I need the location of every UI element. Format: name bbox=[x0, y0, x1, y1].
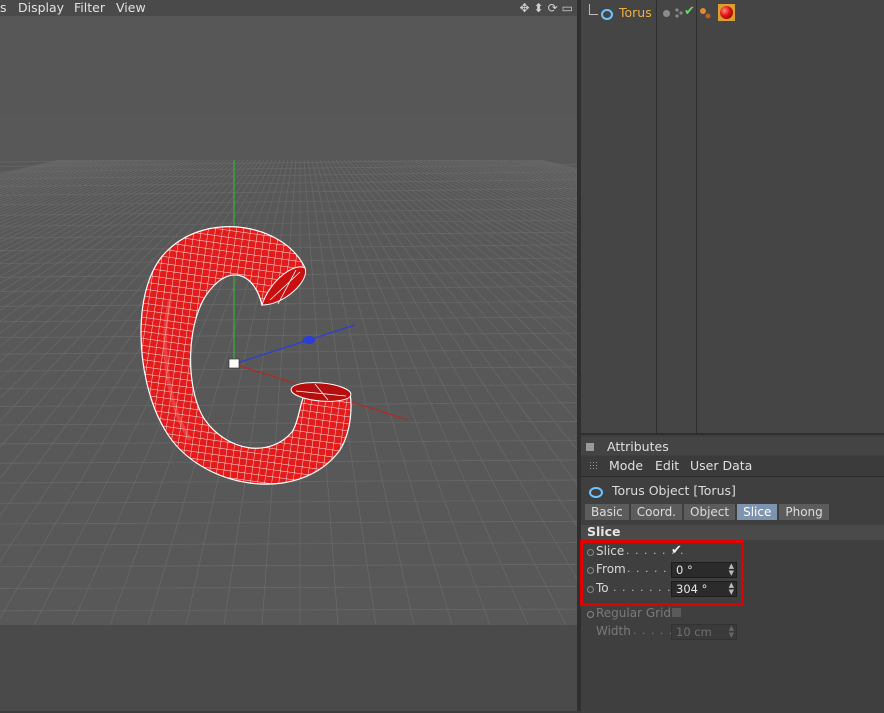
param-label: Regular Grid bbox=[596, 606, 672, 620]
object-manager[interactable]: Torus ✔ bbox=[581, 0, 884, 433]
menu-edit[interactable]: Edit bbox=[655, 458, 679, 473]
highlight-box bbox=[580, 540, 744, 606]
tab-slice[interactable]: Slice bbox=[737, 504, 778, 520]
object-type-label: Torus Object [Torus] bbox=[612, 483, 736, 498]
param-width: Width . . . . . . . 10 cm ▲ ▼ bbox=[581, 623, 884, 641]
panel-menu-icon[interactable] bbox=[586, 443, 594, 451]
width-value: 10 cm bbox=[676, 625, 712, 639]
grip-icon[interactable] bbox=[589, 461, 599, 471]
object-row-torus[interactable]: Torus ✔ bbox=[581, 2, 884, 22]
column-divider bbox=[656, 0, 657, 433]
section-header: Slice bbox=[581, 524, 884, 540]
tag-icon[interactable] bbox=[699, 7, 711, 19]
menu-user-data[interactable]: User Data bbox=[690, 458, 752, 473]
viewport-scene[interactable] bbox=[0, 16, 577, 625]
tree-branch-icon bbox=[589, 4, 598, 15]
viewport-nav-tools: ✥ ⬍ ⟳ ▭ bbox=[519, 0, 573, 16]
maximize-view-icon[interactable]: ▭ bbox=[562, 1, 573, 15]
attribute-tabs: Basic Coord. Object Slice Phong bbox=[585, 504, 829, 520]
viewport-menu-view[interactable]: View bbox=[116, 0, 146, 15]
regular-grid-checkbox[interactable] bbox=[672, 608, 681, 617]
red-material-icon[interactable] bbox=[718, 4, 735, 21]
tab-phong[interactable]: Phong bbox=[779, 504, 829, 520]
animation-bullet-icon[interactable] bbox=[587, 611, 594, 618]
tab-coord[interactable]: Coord. bbox=[630, 504, 682, 520]
rotate-view-icon[interactable]: ⟳ bbox=[548, 1, 558, 15]
attributes-title: Attributes bbox=[607, 439, 669, 454]
move-view-icon[interactable]: ✥ bbox=[519, 1, 529, 15]
torus-icon bbox=[601, 9, 613, 20]
param-regular-grid: Regular Grid bbox=[581, 605, 884, 623]
object-name[interactable]: Torus bbox=[619, 5, 652, 20]
viewport-menu-display[interactable]: Display bbox=[18, 0, 64, 15]
param-label: Width bbox=[596, 624, 631, 638]
material-ball-icon bbox=[720, 6, 733, 19]
torus-icon bbox=[589, 487, 603, 498]
viewport-lower-panel bbox=[0, 625, 577, 711]
viewport-menu-bar: s Display Filter View ✥ ⬍ ⟳ ▭ bbox=[0, 0, 577, 16]
attributes-menu-bar: Mode Edit User Data bbox=[581, 456, 884, 477]
tab-object[interactable]: Object bbox=[684, 504, 736, 520]
width-input[interactable]: 10 cm ▲ ▼ bbox=[671, 624, 737, 640]
3d-viewport[interactable]: s Display Filter View ✥ ⬍ ⟳ ▭ bbox=[0, 0, 577, 711]
column-divider bbox=[696, 0, 697, 433]
viewport-menu-cameras[interactable]: s bbox=[0, 0, 7, 15]
section-title: Slice bbox=[587, 524, 621, 539]
layer-dot-icon[interactable] bbox=[663, 10, 670, 17]
attributes-title-bar: Attributes bbox=[581, 437, 884, 455]
stepper-arrows-icon[interactable]: ▲ ▼ bbox=[729, 625, 734, 639]
viewport-menu-filter[interactable]: Filter bbox=[74, 0, 105, 15]
enabled-check-icon[interactable]: ✔ bbox=[684, 4, 695, 19]
zoom-view-icon[interactable]: ⬍ bbox=[534, 1, 544, 15]
visibility-dots-icon[interactable] bbox=[675, 8, 683, 18]
tab-basic[interactable]: Basic bbox=[585, 504, 629, 520]
menu-mode[interactable]: Mode bbox=[609, 458, 643, 473]
